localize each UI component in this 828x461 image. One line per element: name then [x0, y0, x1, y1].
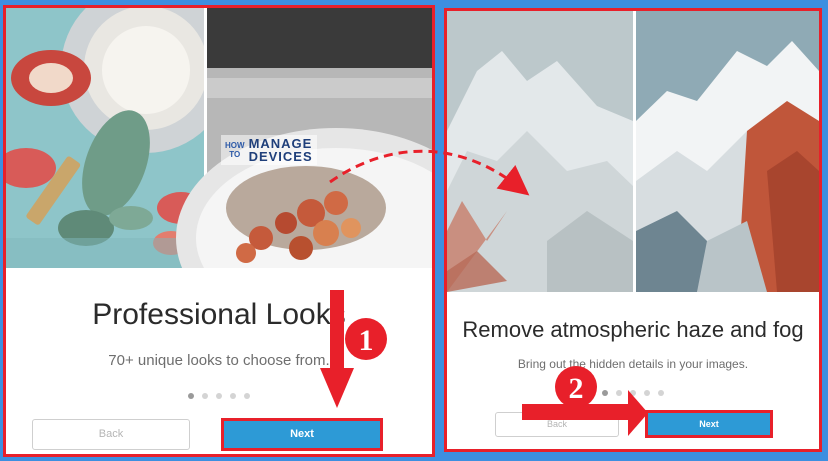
watermark-to: TO — [229, 150, 241, 159]
pagination-dot[interactable] — [644, 390, 650, 396]
panel-subtitle: 70+ unique looks to choose from. — [108, 352, 330, 369]
howtomanagedevices-watermark: HOW TO MANAGE DEVICES — [221, 135, 317, 165]
watermark-how: HOW — [225, 141, 245, 150]
pagination-dots — [6, 393, 432, 399]
pagination-dot[interactable] — [630, 390, 636, 396]
mountain-photo-image — [447, 11, 819, 292]
onboarding-panel-remove-haze: Remove atmospheric haze and fog Bring ou… — [444, 8, 822, 452]
pagination-dot[interactable] — [216, 393, 222, 399]
panel-title: Professional Looks — [92, 298, 346, 331]
pagination-dot[interactable] — [230, 393, 236, 399]
pagination-dot[interactable] — [202, 393, 208, 399]
watermark-how-to: HOW TO — [225, 141, 245, 159]
back-button[interactable]: Back — [495, 412, 619, 437]
before-after-mountain-photo — [447, 11, 819, 292]
pagination-dot[interactable] — [658, 390, 664, 396]
pagination-dot[interactable] — [188, 393, 194, 399]
back-button[interactable]: Back — [32, 419, 190, 450]
before-after-food-photo — [6, 8, 432, 268]
food-photo-image — [6, 8, 432, 268]
watermark-devices: DEVICES — [248, 149, 313, 164]
next-button[interactable]: Next — [645, 410, 773, 438]
watermark-manage-devices: MANAGE DEVICES — [249, 137, 313, 163]
pagination-dot[interactable] — [602, 390, 608, 396]
next-button[interactable]: Next — [221, 418, 383, 451]
panel-subtitle: Bring out the hidden details in your ima… — [517, 357, 749, 371]
pagination-dot[interactable] — [244, 393, 250, 399]
pagination-dot[interactable] — [616, 390, 622, 396]
onboarding-panel-professional-looks: HOW TO MANAGE DEVICES Professional Looks… — [3, 5, 435, 457]
panel-title: Remove atmospheric haze and fog — [462, 317, 804, 342]
pagination-dots — [447, 390, 819, 396]
